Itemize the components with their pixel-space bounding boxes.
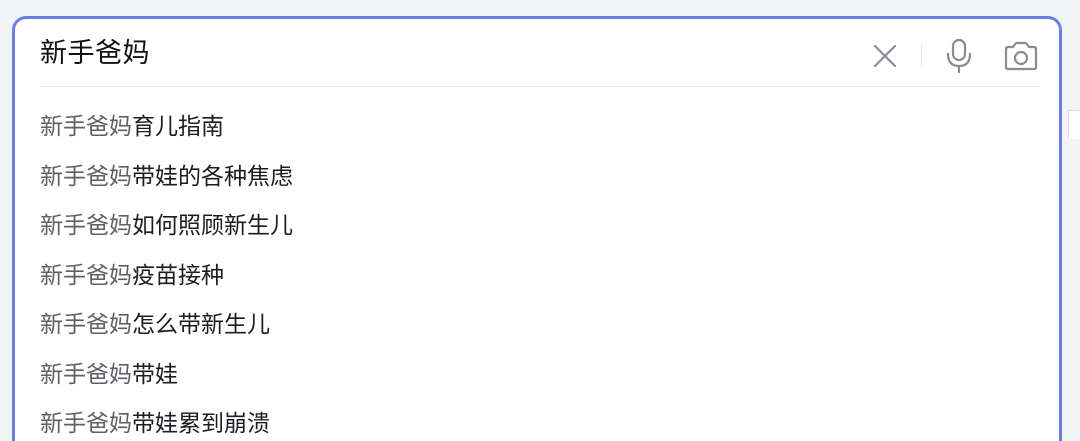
suggestion-prefix: 新手爸妈 — [40, 262, 132, 289]
input-separator — [40, 86, 1041, 87]
suggestion-item[interactable]: 新手爸妈育儿指南 — [15, 103, 1059, 153]
search-input[interactable]: 新手爸妈 — [40, 36, 150, 72]
microphone-icon[interactable] — [939, 36, 979, 76]
suggestion-completion: 育儿指南 — [132, 114, 224, 140]
suggestion-prefix: 新手爸妈 — [40, 163, 132, 190]
suggestion-completion: 带娃的各种焦虑 — [132, 163, 293, 190]
suggestion-item[interactable]: 新手爸妈带娃的各种焦虑 — [15, 153, 1059, 203]
suggestion-item[interactable]: 新手爸妈带娃累到崩溃 — [15, 400, 1059, 441]
search-dropdown: 新手爸妈 新手爸妈育儿指南 新手爸妈带娃的各种焦虑 新手爸妈如何照顾新生儿 新手… — [12, 16, 1062, 441]
page: 新手爸妈 新手爸妈育儿指南 新手爸妈带娃的各种焦虑 新手爸妈如何照顾新生儿 新手… — [0, 0, 1080, 441]
suggestion-item[interactable]: 新手爸妈如何照顾新生儿 — [15, 202, 1059, 252]
search-input-row[interactable]: 新手爸妈 — [15, 19, 1059, 89]
suggestion-prefix: 新手爸妈 — [40, 114, 132, 140]
suggestion-prefix: 新手爸妈 — [40, 213, 132, 239]
suggestion-prefix: 新手爸妈 — [40, 411, 132, 437]
suggestion-completion: 带娃累到崩溃 — [132, 411, 270, 437]
suggestion-completion: 疫苗接种 — [132, 262, 224, 289]
close-icon[interactable] — [865, 36, 905, 76]
camera-icon[interactable] — [1001, 36, 1041, 76]
suggestion-list: 新手爸妈育儿指南 新手爸妈带娃的各种焦虑 新手爸妈如何照顾新生儿 新手爸妈疫苗接… — [15, 103, 1059, 441]
suggestion-completion: 如何照顾新生儿 — [132, 213, 293, 239]
suggestion-completion: 带娃 — [132, 361, 178, 388]
suggestion-prefix: 新手爸妈 — [40, 361, 132, 388]
suggestion-item[interactable]: 新手爸妈疫苗接种 — [15, 252, 1059, 302]
suggestion-item[interactable]: 新手爸妈怎么带新生儿 — [15, 301, 1059, 351]
suggestion-completion: 怎么带新生儿 — [132, 312, 270, 338]
background-page-edge — [1068, 110, 1080, 139]
icon-divider — [921, 44, 922, 66]
suggestion-item[interactable]: 新手爸妈带娃 — [15, 351, 1059, 401]
suggestion-prefix: 新手爸妈 — [40, 312, 132, 338]
